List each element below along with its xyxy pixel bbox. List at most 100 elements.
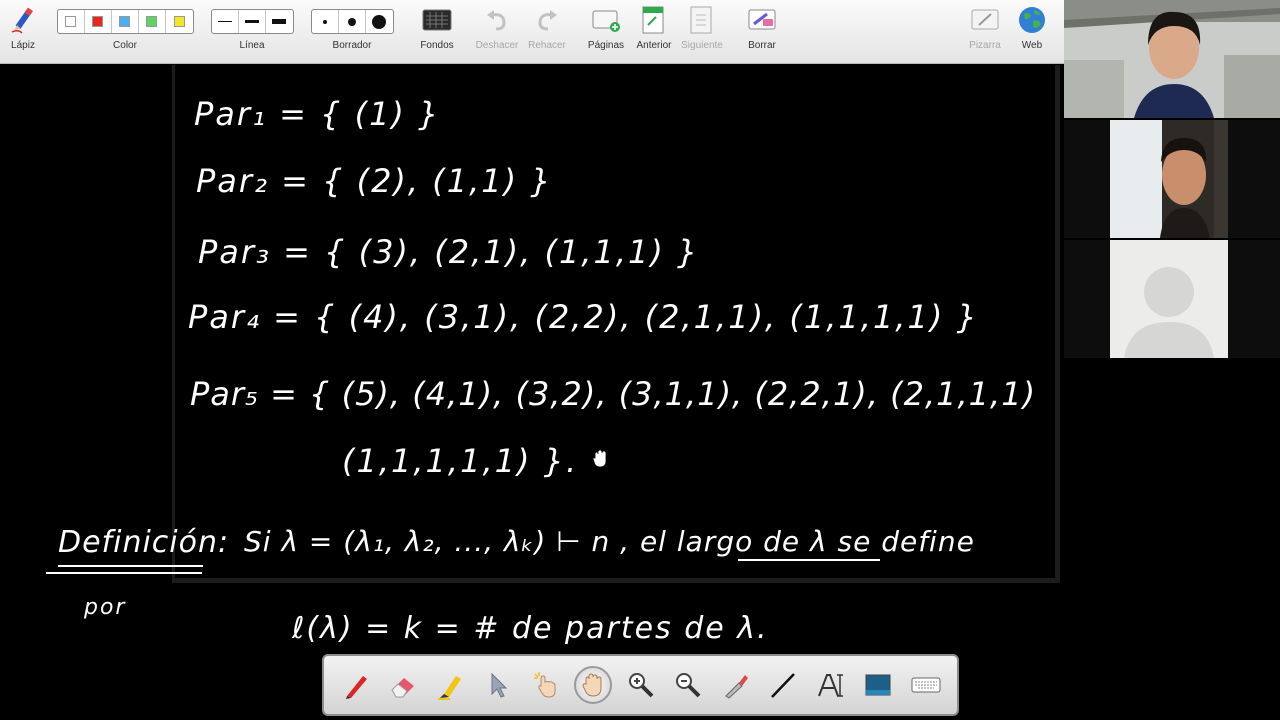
- largo-underline: [738, 559, 880, 561]
- select-arrow-button[interactable]: [475, 659, 523, 711]
- top-toolbar: Lápiz Color Línea Borrador Fondos Deshac…: [0, 0, 1064, 64]
- highlighter-button[interactable]: [427, 659, 475, 711]
- line-tool-button[interactable]: [760, 659, 808, 711]
- line-tool-icon: [771, 673, 796, 698]
- eraser-button[interactable]: [380, 659, 428, 711]
- line-thin-option[interactable]: [212, 10, 239, 33]
- red-pen-button[interactable]: [332, 659, 380, 711]
- definition-underline: [58, 565, 203, 567]
- pencil-tool-button[interactable]: Lápiz: [4, 0, 42, 64]
- line-label: Línea: [239, 40, 265, 51]
- text-tool-button[interactable]: [807, 659, 855, 711]
- backgrounds-label: Fondos: [420, 40, 454, 51]
- pan-hand-icon: [582, 673, 602, 697]
- eraser-size-picker[interactable]: Borrador: [310, 0, 394, 64]
- partition-line-4: Par₄ = { (4), (3,1), (2,2), (2,1,1), (1,…: [188, 298, 979, 336]
- color-red-swatch[interactable]: [85, 10, 112, 33]
- line-medium-option[interactable]: [239, 10, 266, 33]
- previous-page-label: Anterior: [636, 40, 672, 51]
- next-page-button[interactable]: Siguiente: [680, 0, 724, 64]
- definition-underline-lower: [46, 572, 202, 574]
- select-arrow-icon: [491, 672, 508, 698]
- highlighter-icon: [437, 676, 461, 700]
- whiteboard-canvas[interactable]: Par₁ = { (1) } Par₂ = { (2), (1,1) } Par…: [0, 65, 1064, 720]
- participant-avatar-3[interactable]: [1064, 240, 1280, 358]
- length-formula: ℓ(λ) = k = # de partes de λ.: [292, 611, 769, 646]
- eraser-small-option[interactable]: [312, 10, 339, 33]
- participant-2-video-frame: [1064, 120, 1280, 238]
- keyboard-icon: [911, 677, 941, 693]
- color-white-swatch[interactable]: [58, 10, 85, 33]
- partition-line-2: Par₂ = { (2), (1,1) }: [196, 162, 553, 200]
- laser-pointer-button[interactable]: [522, 659, 570, 711]
- partition-line-1: Par₁ = { (1) }: [194, 95, 441, 133]
- pan-hand-active-ring: [574, 666, 613, 704]
- line-thick-option[interactable]: [266, 10, 293, 33]
- zoom-out-icon: [676, 673, 701, 698]
- redo-button[interactable]: Rehacer: [524, 0, 570, 64]
- pencil-icon: [8, 0, 38, 40]
- color-blue-swatch[interactable]: [112, 10, 139, 33]
- zoom-in-icon: [628, 673, 654, 698]
- whiteboard-icon: [970, 0, 1000, 40]
- backgrounds-button[interactable]: Fondos: [416, 0, 458, 64]
- partition-line-3: Par₃ = { (3), (2,1), (1,1,1) }: [198, 233, 700, 271]
- pencil-label: Lápiz: [11, 40, 35, 51]
- color-picker[interactable]: Color: [56, 0, 194, 64]
- eraser-large-option[interactable]: [366, 10, 393, 33]
- line-width-picker[interactable]: Línea: [210, 0, 294, 64]
- image-tool-icon: [865, 674, 891, 696]
- app-window: Lápiz Color Línea Borrador Fondos Deshac…: [0, 0, 1280, 720]
- dropper-button[interactable]: [712, 659, 760, 711]
- clear-button[interactable]: Borrar: [742, 0, 782, 64]
- globe-icon: [1017, 0, 1047, 40]
- whiteboard-label: Pizarra: [969, 40, 1001, 51]
- line-width-options: [210, 9, 294, 34]
- keyboard-button[interactable]: [902, 659, 950, 711]
- eraser-size-options: [310, 9, 394, 34]
- backgrounds-icon: [422, 0, 452, 40]
- partition-line-5: Par₅ = { (5), (4,1), (3,2), (3,1,1), (2,…: [190, 375, 1037, 413]
- por-text: por: [84, 595, 127, 620]
- eraser-label: Borrador: [332, 40, 372, 51]
- next-page-icon: [688, 0, 716, 40]
- participant-1-video-frame: [1064, 0, 1280, 118]
- participants-panel: [1064, 0, 1280, 720]
- partition-line-6: (1,1,1,1,1) }.: [342, 442, 579, 480]
- undo-label: Deshacer: [475, 40, 519, 51]
- previous-page-button[interactable]: Anterior: [634, 0, 674, 64]
- pan-hand-button[interactable]: [570, 659, 618, 711]
- drawing-toolbar: [322, 654, 959, 716]
- redo-icon: [534, 0, 560, 40]
- definition-text: Si λ = (λ₁, λ₂, ..., λₖ) ⊢ n , el largo …: [244, 525, 975, 558]
- undo-button[interactable]: Deshacer: [474, 0, 520, 64]
- next-page-label: Siguiente: [681, 40, 723, 51]
- color-swatches: [56, 9, 194, 34]
- image-tool-button[interactable]: [855, 659, 903, 711]
- pages-icon: [591, 0, 621, 40]
- dropper-icon: [724, 675, 748, 699]
- color-green-swatch[interactable]: [139, 10, 166, 33]
- participant-video-1[interactable]: [1064, 0, 1280, 118]
- web-label: Web: [1021, 40, 1043, 51]
- pages-button[interactable]: Páginas: [586, 0, 626, 64]
- whiteboard-button[interactable]: Pizarra: [964, 0, 1006, 64]
- default-avatar-icon: [1064, 240, 1280, 358]
- definition-label: Definición:: [58, 525, 230, 560]
- undo-icon: [484, 0, 510, 40]
- pages-label: Páginas: [587, 40, 625, 51]
- zoom-in-button[interactable]: [617, 659, 665, 711]
- web-button[interactable]: Web: [1014, 0, 1050, 64]
- color-yellow-swatch[interactable]: [166, 10, 193, 33]
- red-pen-icon: [345, 676, 367, 699]
- eraser-icon: [391, 678, 415, 698]
- clear-label: Borrar: [748, 40, 776, 51]
- redo-label: Rehacer: [528, 40, 566, 51]
- zoom-out-button[interactable]: [665, 659, 713, 711]
- clear-icon: [747, 0, 777, 40]
- eraser-medium-option[interactable]: [339, 10, 366, 33]
- participant-video-2[interactable]: [1064, 120, 1280, 238]
- hand-cursor-icon: [592, 450, 607, 468]
- previous-page-icon: [640, 0, 668, 40]
- color-label: Color: [113, 40, 137, 51]
